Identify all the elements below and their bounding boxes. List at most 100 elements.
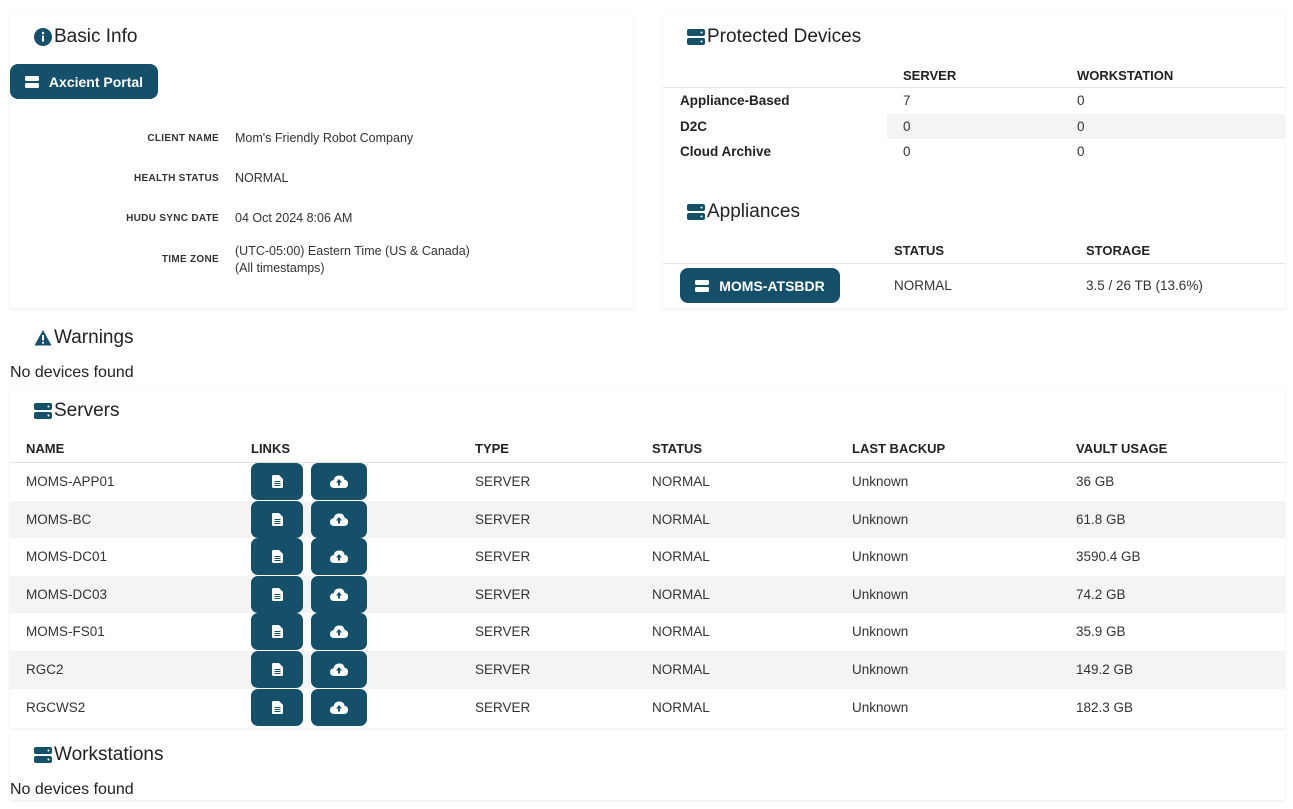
server-name: MOMS-FS01 [26, 624, 105, 640]
cloud-upload-icon [330, 701, 348, 714]
server-cloud-button[interactable] [311, 651, 367, 688]
protected-devices-title-text: Protected Devices [707, 26, 862, 47]
client-name-row: CLIENT NAME Mom's Friendly Robot Company [10, 130, 633, 150]
server-icon [695, 279, 710, 292]
server-icon [24, 75, 39, 88]
warnings-title-text: Warnings [54, 327, 134, 348]
basic-info-title: Basic Info [34, 26, 137, 48]
server-report-button[interactable] [251, 575, 303, 613]
server-name: RGC2 [26, 662, 64, 677]
server-cloud-button[interactable] [311, 463, 367, 500]
document-icon [271, 550, 283, 564]
server-cloud-button[interactable] [311, 500, 367, 538]
pd-row-workstation: 0 [1077, 144, 1085, 159]
server-last-backup: Unknown [852, 624, 909, 640]
server-last-backup: Unknown [852, 511, 909, 527]
pd-row-workstation: 0 [1077, 93, 1085, 108]
servers-col-vault-usage: VAULT USAGE [1076, 441, 1168, 456]
health-status-row: HEALTH STATUS NORMAL [10, 170, 633, 190]
workstations-empty-text: No devices found [10, 781, 134, 798]
workstations-title: Workstations [34, 744, 163, 766]
server-type: SERVER [475, 511, 531, 527]
server-row: RGCWS2 SERVER NORMAL Unknown 182.3 GB [10, 688, 1285, 727]
appliances-title-text: Appliances [707, 201, 800, 222]
pd-row-server: 7 [903, 93, 911, 108]
hudu-sync-date-label: HUDU SYNC DATE [126, 213, 219, 224]
server-type: SERVER [475, 662, 531, 677]
server-last-backup: Unknown [852, 699, 909, 715]
hudu-sync-date-row: HUDU SYNC DATE 04 Oct 2024 8:06 AM [10, 210, 633, 230]
appliance-storage: 3.5 / 26 TB (13.6%) [1086, 278, 1203, 293]
axcient-portal-button[interactable]: Axcient Portal [10, 64, 158, 99]
health-status-label: HEALTH STATUS [133, 173, 219, 184]
pd-row-workstation: 0 [1077, 119, 1085, 134]
server-status: NORMAL [652, 549, 710, 565]
warnings-title: Warnings [34, 327, 134, 349]
server-report-button[interactable] [251, 613, 303, 651]
pd-row-cloud-archive: Cloud Archive 0 0 [663, 139, 1285, 164]
health-status-value: NORMAL [235, 171, 289, 185]
server-row: MOMS-APP01 SERVER NORMAL Unknown 36 GB [10, 463, 1285, 501]
server-name: RGCWS2 [26, 699, 86, 715]
pd-row-server: 0 [903, 144, 911, 159]
server-vault-usage: 35.9 GB [1076, 624, 1126, 640]
server-report-button[interactable] [251, 538, 303, 576]
server-name: MOMS-DC01 [26, 549, 108, 565]
server-vault-usage: 74.2 GB [1076, 586, 1126, 602]
servers-col-status: STATUS [652, 441, 703, 456]
appliance-moms-atsbdr-button[interactable]: MOMS-ATSBDR [680, 268, 840, 303]
server-name: MOMS-DC03 [26, 586, 108, 602]
server-report-button[interactable] [251, 463, 303, 500]
pd-col-server: SERVER [903, 68, 957, 83]
servers-title: Servers [34, 400, 119, 422]
server-last-backup: Unknown [852, 586, 909, 602]
server-cloud-button[interactable] [311, 688, 367, 726]
server-row: MOMS-FS01 SERVER NORMAL Unknown 35.9 GB [10, 613, 1285, 651]
cloud-upload-icon [330, 588, 348, 601]
client-name-label: CLIENT NAME [147, 133, 219, 144]
server-last-backup: Unknown [852, 662, 909, 677]
server-last-backup: Unknown [852, 474, 909, 489]
document-icon [271, 625, 283, 639]
pd-row-label: Appliance-Based [680, 93, 790, 108]
warnings-empty-text: No devices found [10, 364, 134, 381]
basic-info-card: Basic Info Axcient Portal CLIENT NAME Mo… [10, 12, 633, 308]
appliance-row: MOMS-ATSBDR NORMAL 3.5 / 26 TB (13.6%) [663, 264, 1285, 308]
time-zone-value: (UTC-05:00) Eastern Time (US & Canada) [235, 244, 470, 258]
servers-title-text: Servers [54, 400, 120, 421]
server-cloud-button[interactable] [311, 575, 367, 613]
server-icon [687, 203, 705, 221]
appliance-status: NORMAL [894, 278, 952, 293]
server-report-button[interactable] [251, 500, 303, 538]
server-type: SERVER [475, 699, 531, 715]
cloud-upload-icon [330, 625, 348, 639]
document-icon [271, 512, 283, 526]
server-row: MOMS-DC03 SERVER NORMAL Unknown 74.2 GB [10, 575, 1285, 614]
server-vault-usage: 61.8 GB [1076, 511, 1126, 527]
axcient-portal-button-label: Axcient Portal [48, 73, 144, 90]
server-type: SERVER [475, 474, 531, 489]
pd-row-d2c: D2C 0 0 [663, 114, 1285, 139]
server-cloud-button[interactable] [311, 613, 367, 651]
server-name: MOMS-BC [26, 511, 92, 527]
servers-card: Servers NAME LINKS TYPE STATUS LAST BACK… [10, 388, 1285, 728]
server-cloud-button[interactable] [311, 538, 367, 576]
server-vault-usage: 182.3 GB [1076, 699, 1134, 715]
server-status: NORMAL [652, 511, 710, 527]
cloud-upload-icon [330, 550, 348, 564]
pd-col-workstation: WORKSTATION [1077, 68, 1174, 83]
server-report-button[interactable] [251, 651, 303, 688]
client-name-value: Mom's Friendly Robot Company [235, 131, 414, 145]
server-status: NORMAL [652, 699, 710, 715]
server-row: MOMS-DC01 SERVER NORMAL Unknown 3590.4 GB [10, 538, 1285, 576]
server-status: NORMAL [652, 624, 710, 640]
cloud-upload-icon [330, 513, 348, 526]
protected-devices-title: Protected Devices [687, 26, 861, 48]
servers-col-last-backup: LAST BACKUP [852, 441, 946, 456]
server-vault-usage: 149.2 GB [1076, 662, 1134, 677]
server-row: RGC2 SERVER NORMAL Unknown 149.2 GB [10, 651, 1285, 689]
appliances-title: Appliances [687, 201, 800, 223]
warning-triangle-icon [34, 329, 52, 347]
server-report-button[interactable] [251, 688, 303, 726]
server-type: SERVER [475, 624, 531, 640]
